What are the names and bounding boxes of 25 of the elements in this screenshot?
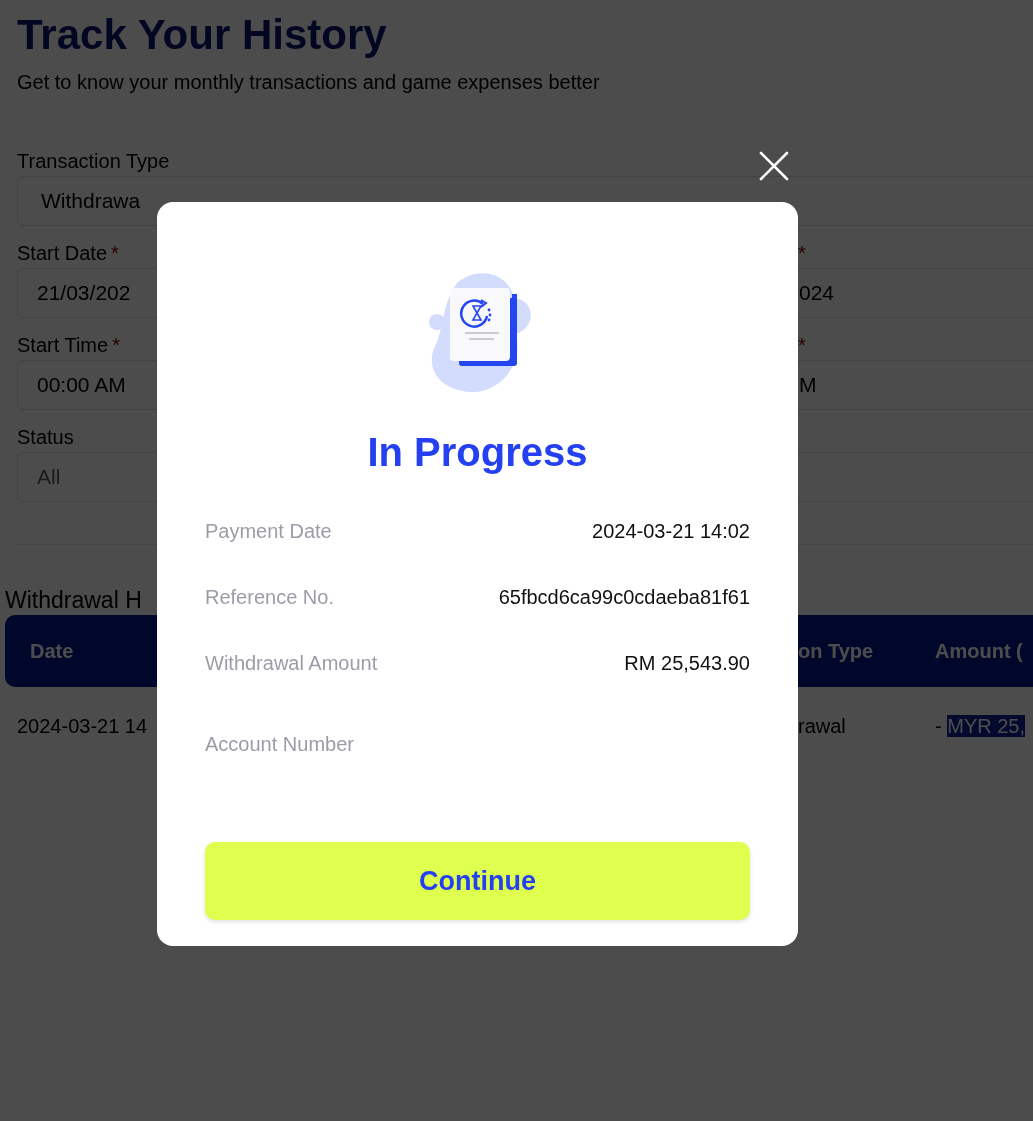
- required-mark: *: [798, 242, 806, 264]
- detail-label: Payment Date: [205, 519, 332, 543]
- detail-label: Reference No.: [205, 585, 334, 609]
- field-label: Start Time *: [17, 333, 120, 358]
- column-header: on Type: [798, 639, 874, 663]
- field-label: Start Date *: [17, 241, 119, 266]
- detail-label: Withdrawal Amount: [205, 651, 378, 675]
- page-title: Track Your History: [17, 10, 387, 60]
- document-hourglass-icon: [427, 270, 534, 394]
- section-title: Withdrawal H: [5, 586, 142, 615]
- dialog-title: In Progress: [367, 429, 588, 476]
- table-cell: 2024-03-21 14: [17, 714, 148, 738]
- detail-value: 2024-03-21 14:02: [592, 519, 750, 543]
- column-header: Amount (: [935, 639, 1023, 663]
- page-subtitle: Get to know your monthly transactions and game expenses better: [17, 70, 600, 95]
- field-label: Status: [17, 425, 74, 450]
- column-header: Date: [30, 639, 74, 663]
- detail-value: 65fbcd6ca99c0cdaeba81f61: [498, 585, 750, 609]
- required-mark: *: [798, 334, 806, 356]
- detail-label: Account Number: [205, 732, 354, 756]
- detail-value: RM 25,543.90: [624, 651, 750, 675]
- continue-button[interactable]: Continue: [205, 842, 750, 920]
- field-label: Transaction Type: [17, 149, 170, 174]
- close-icon: [759, 151, 789, 181]
- table-cell: rawal: [798, 714, 846, 738]
